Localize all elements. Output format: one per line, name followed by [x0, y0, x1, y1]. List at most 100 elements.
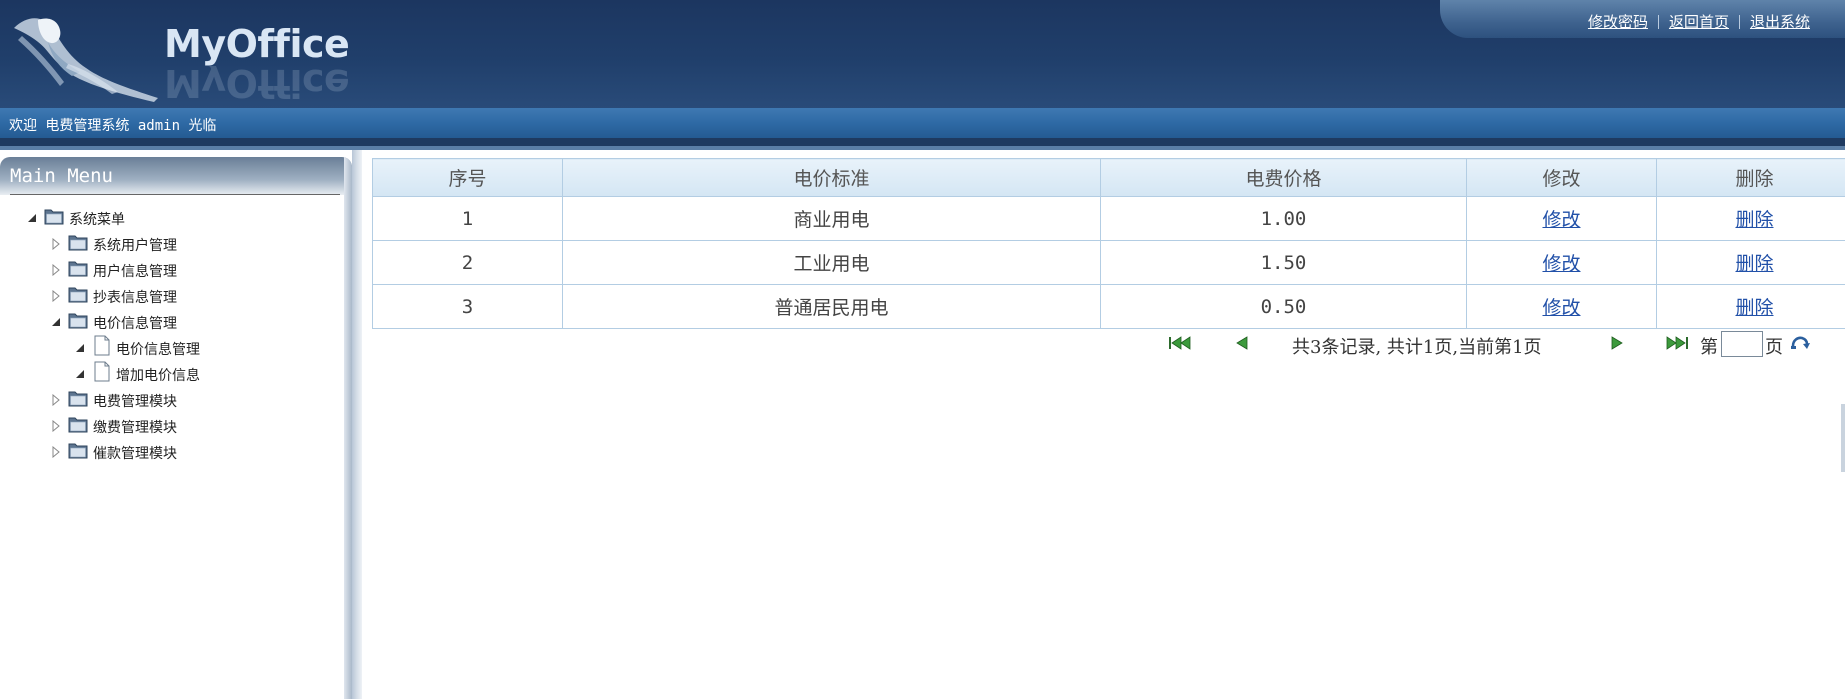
table-header-row: 序号 电价标准 电费价格 修改 删除: [372, 158, 1845, 197]
app-logo-reflection: MyOffice: [164, 66, 350, 100]
menu-tree-item[interactable]: 增加电价信息: [0, 361, 330, 385]
menu-tree-label: 电费管理模块: [93, 394, 177, 410]
menu-tree-item[interactable]: 催款管理模块: [0, 441, 330, 463]
row-price: 0.50: [1100, 284, 1467, 329]
row-id: 3: [372, 284, 563, 329]
menu-tree-label: 电价信息管理: [116, 342, 200, 358]
row-edit-cell: 修改: [1466, 196, 1657, 241]
collapsed-arrow-icon[interactable]: [50, 394, 62, 406]
delete-link[interactable]: 删除: [1735, 297, 1773, 319]
table-row: 1 商业用电 1.00 修改 删除: [372, 196, 1845, 241]
header-divider-light: [0, 146, 1845, 150]
collapsed-arrow-icon[interactable]: [50, 420, 62, 432]
collapsed-arrow-icon[interactable]: [50, 238, 62, 250]
header-divider: [0, 138, 1845, 146]
logout-link[interactable]: 退出系统: [1750, 13, 1810, 31]
menu-tree-item[interactable]: 用户信息管理: [0, 259, 330, 281]
next-page-icon[interactable]: [1610, 335, 1624, 351]
col-header-standard: 电价标准: [562, 158, 1101, 197]
pager: 共3条记录, 共计1页,当前第1页 第 页: [1168, 331, 1845, 358]
page-jump-prefix: 第: [1700, 337, 1718, 358]
price-table: 序号 电价标准 电费价格 修改 删除 1 商业用电 1.00 修改 删除 2 工…: [372, 158, 1845, 329]
top-links-bar: 修改密码 返回首页 退出系统: [1440, 0, 1845, 38]
folder-icon: [68, 235, 88, 251]
collapsed-arrow-icon[interactable]: [50, 290, 62, 302]
edit-link[interactable]: 修改: [1542, 209, 1580, 231]
row-standard: 工业用电: [562, 240, 1101, 285]
edit-link[interactable]: 修改: [1542, 253, 1580, 275]
menu-tree-label: 系统菜单: [69, 212, 125, 228]
go-page-icon[interactable]: [1790, 335, 1810, 351]
table-row: 3 普通居民用电 0.50 修改 删除: [372, 284, 1845, 329]
page-icon: [94, 361, 110, 382]
folder-icon: [68, 313, 88, 329]
pager-info: 共3条记录, 共计1页,当前第1页: [1292, 337, 1542, 358]
change-password-link[interactable]: 修改密码: [1588, 13, 1648, 31]
edit-link[interactable]: 修改: [1542, 297, 1580, 319]
menu-tree-item[interactable]: 抄表信息管理: [0, 285, 330, 307]
delete-link[interactable]: 删除: [1735, 253, 1773, 275]
top-links: 修改密码 返回首页 退出系统: [1588, 11, 1810, 32]
menu-tree-label: 抄表信息管理: [93, 290, 177, 306]
row-standard: 普通居民用电: [562, 284, 1101, 329]
link-separator: [1657, 15, 1659, 29]
menu-tree-item[interactable]: 电价信息管理: [0, 335, 330, 359]
col-header-delete: 删除: [1656, 158, 1845, 197]
sidebar-header: Main Menu: [0, 157, 352, 195]
menu-tree-label: 增加电价信息: [116, 368, 200, 384]
menu-tree-item[interactable]: 电价信息管理: [0, 311, 330, 333]
app-header: MyOffice MyOffice 修改密码 返回首页 退出系统: [0, 0, 1845, 108]
row-edit-cell: 修改: [1466, 240, 1657, 285]
row-price: 1.50: [1100, 240, 1467, 285]
folder-icon: [68, 391, 88, 407]
scroll-edge: [1841, 404, 1845, 472]
bird-logo-icon: [14, 18, 158, 102]
folder-icon: [68, 261, 88, 277]
last-page-icon[interactable]: [1664, 335, 1690, 351]
home-link[interactable]: 返回首页: [1669, 13, 1729, 31]
table-row: 2 工业用电 1.50 修改 删除: [372, 240, 1845, 285]
sidebar-edge: [344, 157, 352, 699]
folder-icon: [68, 417, 88, 433]
row-delete-cell: 删除: [1656, 240, 1845, 285]
menu-tree-item[interactable]: 系统用户管理: [0, 233, 330, 255]
col-header-id: 序号: [372, 158, 563, 197]
row-price: 1.00: [1100, 196, 1467, 241]
menu-tree-label: 缴费管理模块: [93, 420, 177, 436]
page-jump-input[interactable]: [1721, 331, 1763, 357]
row-delete-cell: 删除: [1656, 196, 1845, 241]
menu-tree-label: 系统用户管理: [93, 238, 177, 254]
page-jump-suffix: 页: [1765, 337, 1783, 358]
expanded-arrow-icon[interactable]: [50, 316, 62, 328]
menu-tree-item[interactable]: 电费管理模块: [0, 389, 330, 411]
sidebar: Main Menu 系统菜单 系统用户管理 用户信息管理 抄表信息管理 电价信息管理 电价…: [0, 157, 352, 699]
menu-tree-label: 用户信息管理: [93, 264, 177, 280]
menu-tree-label: 催款管理模块: [93, 446, 177, 462]
delete-link[interactable]: 删除: [1735, 209, 1773, 231]
sidebar-divider: [10, 194, 340, 195]
row-standard: 商业用电: [562, 196, 1101, 241]
collapsed-arrow-icon[interactable]: [50, 264, 62, 276]
col-header-edit: 修改: [1466, 158, 1657, 197]
folder-icon: [44, 209, 64, 225]
folder-icon: [68, 443, 88, 459]
expanded-arrow-icon[interactable]: [74, 342, 86, 354]
welcome-bar: 欢迎 电费管理系统 admin 光临: [0, 108, 1845, 138]
menu-tree-item[interactable]: 系统菜单: [0, 207, 330, 229]
panel-splitter[interactable]: [352, 150, 362, 699]
menu-tree-item[interactable]: 缴费管理模块: [0, 415, 330, 437]
expanded-arrow-icon[interactable]: [74, 368, 86, 380]
prev-page-icon[interactable]: [1235, 335, 1249, 351]
first-page-icon[interactable]: [1168, 335, 1194, 351]
collapsed-arrow-icon[interactable]: [50, 446, 62, 458]
link-separator: [1738, 15, 1740, 29]
app-logo-text: MyOffice: [164, 22, 350, 66]
row-edit-cell: 修改: [1466, 284, 1657, 329]
expanded-arrow-icon[interactable]: [26, 212, 38, 224]
sidebar-title: Main Menu: [10, 165, 113, 187]
row-id: 1: [372, 196, 563, 241]
welcome-text: 欢迎 电费管理系统 admin 光临: [9, 118, 217, 134]
row-id: 2: [372, 240, 563, 285]
folder-icon: [68, 287, 88, 303]
menu-tree-label: 电价信息管理: [93, 316, 177, 332]
